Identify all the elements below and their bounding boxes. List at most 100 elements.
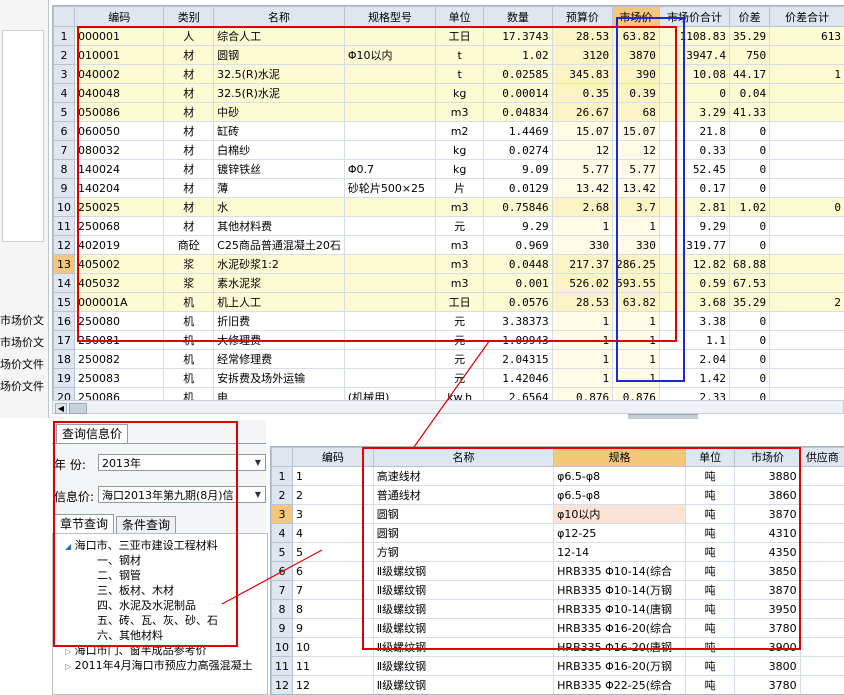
cell-budget[interactable]: 217.37 (552, 255, 613, 274)
detail-cell-price[interactable]: 3870 (735, 505, 800, 524)
row-number[interactable]: 1 (54, 27, 75, 46)
panel-splitter[interactable] (628, 414, 698, 419)
detail-cell-price[interactable]: 3780 (735, 676, 800, 695)
detail-row[interactable]: 66Ⅱ级螺纹钢HRB335 Φ10-14(综合吨3850 (272, 562, 844, 581)
cell-spec[interactable] (344, 369, 435, 388)
cell-diff[interactable]: 0 (730, 331, 770, 350)
cell-unit[interactable]: t (436, 65, 484, 84)
detail-cell-supplier[interactable] (800, 486, 844, 505)
detail-cell-name[interactable]: Ⅱ级螺纹钢 (373, 600, 553, 619)
detail-cell-unit[interactable]: 吨 (685, 600, 734, 619)
chevron-down-icon[interactable]: ▼ (251, 487, 265, 502)
cell-name[interactable]: 折旧费 (214, 312, 345, 331)
cell-diff[interactable]: 0 (730, 179, 770, 198)
cell-cat[interactable]: 材 (164, 179, 214, 198)
cell-code[interactable]: 000001A (75, 293, 164, 312)
detail-cell-name[interactable]: 普通线材 (373, 486, 553, 505)
cell-unit[interactable]: 元 (436, 217, 484, 236)
tree-sibling-concrete[interactable]: ▷ 2011年4月海口市预应力高强混凝土 (65, 657, 253, 673)
detail-cell-supplier[interactable] (800, 619, 844, 638)
file-item-4[interactable]: 场价文件 (0, 378, 48, 394)
detail-cell-spec[interactable]: HRB335 Φ10-14(唐钢 (554, 600, 686, 619)
cell-qty[interactable]: 17.3743 (484, 27, 552, 46)
cell-diff_total[interactable] (770, 179, 844, 198)
cell-market[interactable]: 390 (613, 65, 660, 84)
row-number[interactable]: 10 (272, 638, 293, 657)
detail-cell-supplier[interactable] (800, 581, 844, 600)
cell-name[interactable]: 机上人工 (214, 293, 345, 312)
detail-row[interactable]: 1010Ⅱ级螺纹钢HRB335 Φ16-20(唐钢吨3900 (272, 638, 844, 657)
cell-diff[interactable]: 0.04 (730, 84, 770, 103)
cell-code[interactable]: 250068 (75, 217, 164, 236)
cell-spec[interactable]: 砂轮片500×25 (344, 179, 435, 198)
cell-qty[interactable]: 0.75846 (484, 198, 552, 217)
row-number[interactable]: 5 (54, 103, 75, 122)
cell-cat[interactable]: 机 (164, 312, 214, 331)
detail-cell-unit[interactable]: 吨 (685, 467, 734, 486)
cell-budget[interactable]: 1 (552, 217, 613, 236)
table-row[interactable]: 13405002浆水泥砂浆1:2m30.0448217.37286.2512.8… (54, 255, 844, 274)
tab-chapter-query[interactable]: 章节查询 (54, 514, 114, 533)
cell-code[interactable]: 250025 (75, 198, 164, 217)
scroll-left-icon[interactable]: ◀ (55, 403, 67, 414)
chapter-tree[interactable]: ◢ 海口市、三亚市建设工程材料 一、钢材 二、钢管 三、板材、木材 四、水泥及水… (52, 533, 268, 695)
detail-cell-price[interactable]: 3870 (735, 581, 800, 600)
cell-market_total[interactable]: 10.08 (659, 65, 729, 84)
cell-name[interactable]: 水泥砂浆1:2 (214, 255, 345, 274)
cell-market[interactable]: 1 (613, 217, 660, 236)
table-row[interactable]: 6060050材缸砖m21.446915.0715.0721.80 (54, 122, 844, 141)
detail-cell-unit[interactable]: 吨 (685, 657, 734, 676)
column-header-10[interactable]: 价差合计 (770, 7, 844, 27)
cell-name[interactable]: 圆钢 (214, 46, 345, 65)
table-row[interactable]: 4040048材32.5(R)水泥kg0.000140.350.3900.04 (54, 84, 844, 103)
cell-unit[interactable]: kg (436, 141, 484, 160)
cell-diff_total[interactable]: 0 (770, 198, 844, 217)
cell-name[interactable]: 经常修理费 (214, 350, 345, 369)
detail-cell-unit[interactable]: 吨 (685, 486, 734, 505)
tree-item-other[interactable]: 六、其他材料 (97, 627, 163, 643)
cell-spec[interactable] (344, 350, 435, 369)
row-number[interactable]: 19 (54, 369, 75, 388)
row-number[interactable]: 3 (54, 65, 75, 84)
tree-item-brick-sand[interactable]: 五、砖、瓦、灰、砂、石 (97, 612, 218, 628)
cell-name[interactable]: 大修理费 (214, 331, 345, 350)
cell-market[interactable]: 12 (613, 141, 660, 160)
cell-spec[interactable] (344, 103, 435, 122)
cell-diff_total[interactable] (770, 84, 844, 103)
detail-cell-code[interactable]: 1 (293, 467, 374, 486)
detail-cell-code[interactable]: 12 (293, 676, 374, 695)
detail-cell-spec[interactable]: φ12-25 (554, 524, 686, 543)
cell-diff_total[interactable] (770, 217, 844, 236)
cell-budget[interactable]: 330 (552, 236, 613, 255)
detail-cell-name[interactable]: Ⅱ级螺纹钢 (373, 676, 553, 695)
cell-cat[interactable]: 浆 (164, 255, 214, 274)
detail-cell-code[interactable]: 10 (293, 638, 374, 657)
tree-item-timber[interactable]: 三、板材、木材 (97, 582, 174, 598)
detail-cell-price[interactable]: 3860 (735, 486, 800, 505)
detail-row[interactable]: 99Ⅱ级螺纹钢HRB335 Φ16-20(综合吨3780 (272, 619, 844, 638)
cell-qty[interactable]: 3.38373 (484, 312, 552, 331)
cell-cat[interactable]: 材 (164, 160, 214, 179)
detail-row[interactable]: 55方钢12-14吨4350 (272, 543, 844, 562)
detail-cell-supplier[interactable] (800, 676, 844, 695)
cell-diff_total[interactable] (770, 312, 844, 331)
cell-spec[interactable] (344, 84, 435, 103)
column-header-9[interactable]: 价差 (730, 7, 770, 27)
detail-cell-unit[interactable]: 吨 (685, 543, 734, 562)
cell-diff_total[interactable] (770, 331, 844, 350)
cell-budget[interactable]: 28.53 (552, 293, 613, 312)
cell-diff[interactable]: 35.29 (730, 293, 770, 312)
cell-spec[interactable] (344, 217, 435, 236)
row-number[interactable]: 2 (54, 46, 75, 65)
cell-market[interactable]: 1 (613, 369, 660, 388)
collapse-arrow-icon[interactable]: ▷ (65, 647, 71, 656)
column-header-0[interactable]: 编码 (75, 7, 164, 27)
cell-qty[interactable]: 0.0448 (484, 255, 552, 274)
cell-code[interactable]: 405002 (75, 255, 164, 274)
cell-code[interactable]: 060050 (75, 122, 164, 141)
left-tree-view[interactable] (2, 30, 44, 242)
cell-name[interactable]: 素水泥浆 (214, 274, 345, 293)
detail-cell-name[interactable]: 高速线材 (373, 467, 553, 486)
detail-cell-unit[interactable]: 吨 (685, 505, 734, 524)
detail-cell-name[interactable]: Ⅱ级螺纹钢 (373, 562, 553, 581)
